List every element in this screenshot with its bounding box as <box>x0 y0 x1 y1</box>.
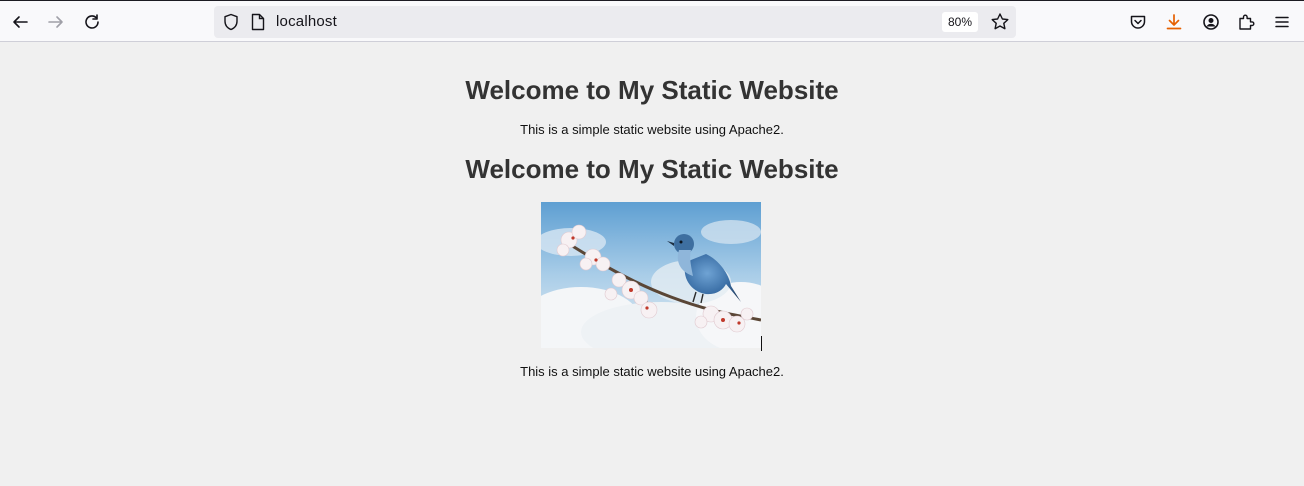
page-heading-2: Welcome to My Static Website <box>465 154 839 184</box>
browser-toolbar: localhost 80% <box>0 0 1304 42</box>
back-arrow-icon <box>13 16 28 28</box>
url-text[interactable]: localhost <box>276 13 337 31</box>
forward-arrow-icon <box>48 16 63 28</box>
shield-icon[interactable] <box>222 13 240 31</box>
extensions-icon <box>1239 14 1255 30</box>
zoom-level-button[interactable]: 80% <box>942 12 979 32</box>
app-menu-button[interactable] <box>1267 7 1297 37</box>
page-content: Welcome to My Static Website This is a s… <box>0 43 1304 486</box>
bird-photo <box>541 202 761 348</box>
back-button[interactable] <box>5 7 35 37</box>
page-heading-1: Welcome to My Static Website <box>465 75 839 105</box>
extensions-button[interactable] <box>1231 7 1261 37</box>
pocket-icon <box>1130 15 1146 29</box>
menu-icon <box>1275 16 1289 28</box>
forward-button[interactable] <box>41 7 71 37</box>
page-icon <box>251 13 265 31</box>
pocket-button[interactable] <box>1123 7 1153 37</box>
address-bar[interactable]: localhost 80% <box>214 6 1016 38</box>
intro-paragraph-2: This is a simple static website using Ap… <box>520 364 784 379</box>
download-icon <box>1166 14 1182 30</box>
account-icon <box>1203 14 1219 30</box>
bookmark-star-icon[interactable] <box>990 12 1010 32</box>
intro-paragraph-1: This is a simple static website using Ap… <box>520 122 784 137</box>
reload-button[interactable] <box>77 7 107 37</box>
downloads-button[interactable] <box>1159 7 1189 37</box>
text-cursor <box>761 336 762 351</box>
reload-icon <box>85 14 99 29</box>
account-button[interactable] <box>1196 7 1226 37</box>
